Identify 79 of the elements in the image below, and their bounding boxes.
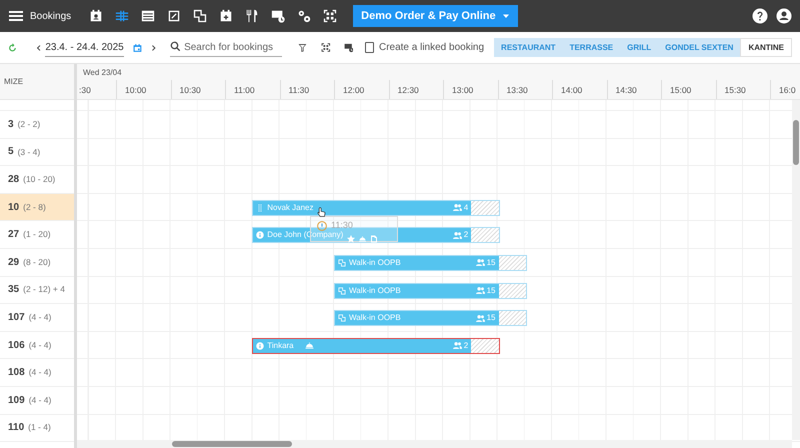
settings-icon[interactable] xyxy=(297,9,312,23)
area-tab[interactable]: KANTINE xyxy=(740,38,792,57)
cutlery-icon[interactable] xyxy=(245,9,260,23)
table-row-label[interactable]: 27 (1 - 20) xyxy=(0,221,74,249)
vertical-scrollbar-thumb[interactable] xyxy=(793,120,799,165)
card-clock-icon[interactable] xyxy=(271,9,286,23)
page-title: Bookings xyxy=(30,10,72,24)
time-label: 13:00 xyxy=(443,80,498,99)
time-label: 12:30 xyxy=(388,80,443,99)
column-header: MIZE xyxy=(0,64,74,100)
card-clock-icon[interactable] xyxy=(344,41,354,54)
clock-icon xyxy=(317,220,327,231)
next-icon[interactable] xyxy=(150,42,158,52)
guests-icon xyxy=(452,203,462,212)
time-label: 10:00 xyxy=(116,80,170,99)
guest-count: 4 xyxy=(464,202,468,214)
time-label: 15:30 xyxy=(716,80,770,99)
search-icon xyxy=(170,40,182,52)
time-label: 11:30 xyxy=(280,80,334,99)
copy-icon xyxy=(338,258,346,267)
time-label: 15:00 xyxy=(661,80,716,99)
guest-count: 2 xyxy=(464,229,468,242)
list-icon[interactable] xyxy=(141,9,156,23)
filter-icon[interactable] xyxy=(298,42,307,54)
guests-icon xyxy=(452,341,462,350)
cloche-icon xyxy=(358,234,367,242)
guest-count: 2 xyxy=(464,340,468,352)
guests-icon xyxy=(476,258,485,268)
table-row-label[interactable]: 110 (1 - 4) xyxy=(0,414,74,442)
time-label: :30 xyxy=(78,84,92,97)
floorplan-icon[interactable] xyxy=(167,9,182,23)
guests-icon xyxy=(452,230,462,240)
help-icon[interactable] xyxy=(752,8,768,24)
table-row-label[interactable]: 10 (2 - 8) xyxy=(0,194,74,222)
previous-icon[interactable] xyxy=(34,42,42,52)
calendar-plus-icon[interactable] xyxy=(219,9,234,23)
star-icon xyxy=(347,234,355,242)
time-label: 11:00 xyxy=(225,80,280,99)
search-field[interactable]: Search for bookings xyxy=(170,38,282,56)
pointer-cursor-icon xyxy=(317,206,327,218)
linked-booking-checkbox[interactable] xyxy=(365,42,374,53)
guests-icon xyxy=(476,286,485,296)
guests-icon xyxy=(476,314,485,323)
date-range-field[interactable]: 23.4. - 24.4. 2025 xyxy=(45,38,124,56)
info-icon xyxy=(256,231,264,240)
horizontal-scrollbar-thumb[interactable] xyxy=(172,441,292,447)
table-row-label[interactable]: 106 (4 - 4) xyxy=(0,332,74,360)
timeline-icon[interactable] xyxy=(115,9,130,23)
table-row-label[interactable]: 35 (2 - 12) + 4 xyxy=(0,276,74,304)
time-label: 16:0 xyxy=(770,80,800,99)
time-label: 12:00 xyxy=(334,80,388,99)
guest-count: 15 xyxy=(486,256,496,269)
user-icon[interactable] xyxy=(776,8,792,24)
calendar-icon[interactable] xyxy=(89,9,104,23)
caret-icon xyxy=(502,12,510,20)
copy-icon xyxy=(338,286,346,295)
guest-count: 15 xyxy=(486,284,496,297)
time-label: 14:00 xyxy=(552,80,606,99)
table-row-label[interactable]: 3 (2 - 2) xyxy=(0,111,74,139)
copy-icon[interactable] xyxy=(193,9,208,23)
day-header: Wed 23/04 xyxy=(77,64,800,80)
info-icon xyxy=(256,342,264,350)
table-row-label[interactable]: 108 (4 - 4) xyxy=(0,359,74,387)
refresh-icon[interactable] xyxy=(8,42,17,54)
table-row-label[interactable]: 29 (8 - 20) xyxy=(0,248,74,277)
table-row-label[interactable]: 5 (3 - 4) xyxy=(0,138,74,166)
time-label: 10:30 xyxy=(170,80,225,99)
guest-count: 15 xyxy=(486,312,496,324)
table-row-label[interactable]: 107 (4 - 4) xyxy=(0,304,74,332)
copy-icon xyxy=(338,314,346,322)
time-label: 14:30 xyxy=(606,80,661,99)
checkbox-label: Create a linked booking xyxy=(378,41,484,55)
drag-handle-icon xyxy=(256,204,264,212)
qr-code-icon[interactable] xyxy=(320,41,331,54)
qr-code-icon[interactable] xyxy=(323,9,338,23)
time-label: 13:30 xyxy=(498,80,552,99)
note-icon xyxy=(370,234,378,242)
table-row-label[interactable]: 109 (4 - 4) xyxy=(0,386,74,415)
menu-icon[interactable] xyxy=(8,8,24,24)
